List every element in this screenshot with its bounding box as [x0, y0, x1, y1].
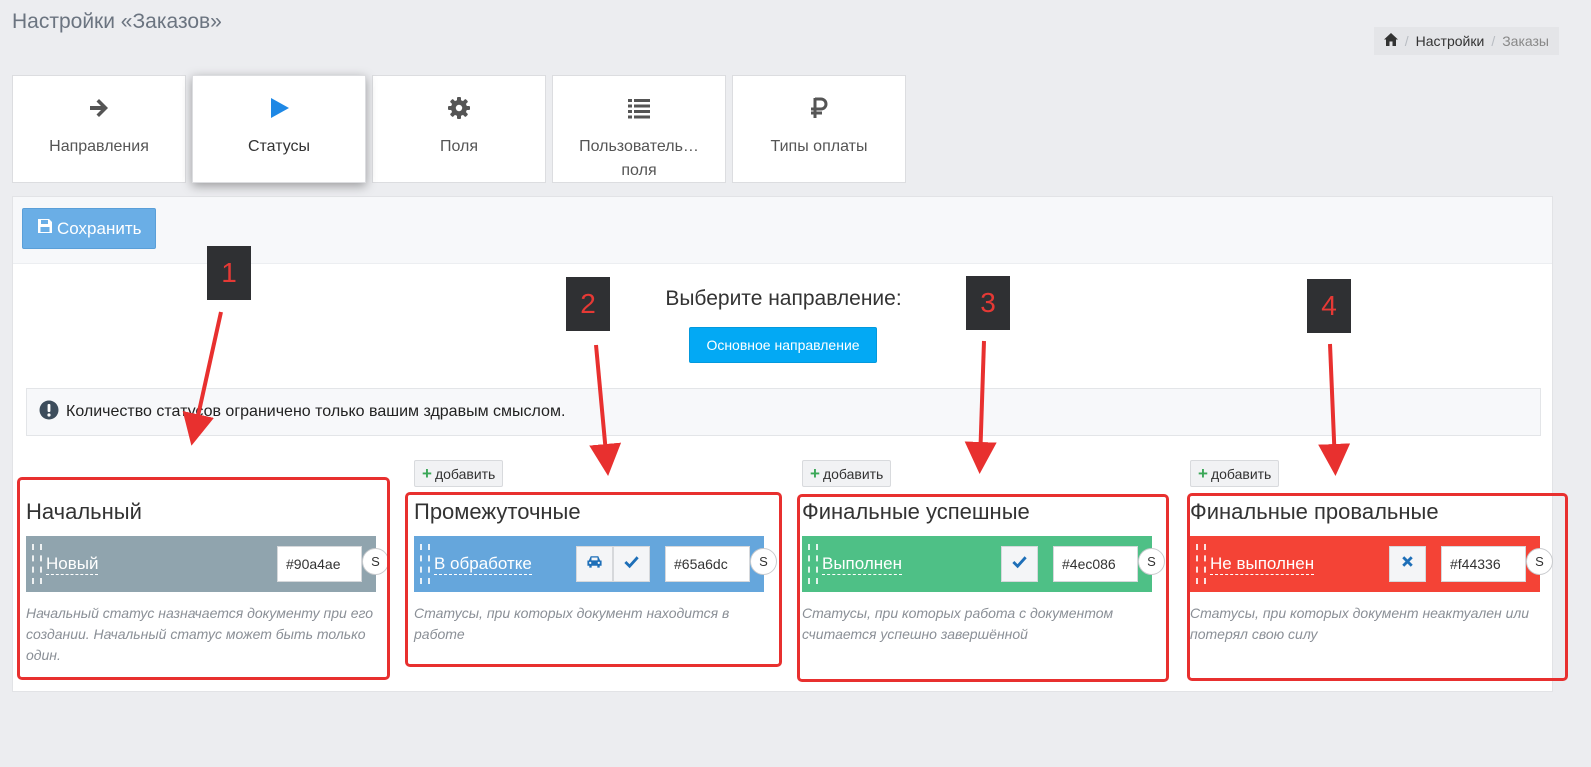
drag-handle[interactable] — [32, 544, 42, 584]
save-button-label: Сохранить — [57, 218, 142, 238]
play-icon — [267, 96, 291, 125]
column-description: Статусы, при которых документ неактуален… — [1190, 605, 1530, 642]
add-status-button[interactable]: + добавить — [802, 460, 892, 487]
column-description: Начальный статус назначается документу п… — [26, 605, 374, 663]
alert-text: Количество статусов ограничено только ва… — [66, 403, 566, 420]
breadcrumb-separator: / — [1491, 33, 1496, 49]
tab-label: Типы оплаты — [770, 138, 868, 155]
tab-fields[interactable]: Поля — [372, 75, 546, 183]
home-icon[interactable] — [1383, 33, 1398, 49]
car-icon — [586, 553, 603, 575]
column-title: Финальные провальные — [1190, 499, 1439, 524]
save-button[interactable]: Сохранить — [22, 208, 157, 249]
status-name[interactable]: Выполнен — [822, 554, 902, 575]
ruble-icon — [807, 96, 831, 125]
tab-payment-types[interactable]: Типы оплаты — [732, 75, 906, 183]
column-description: Статусы, при которых работа с документом… — [802, 605, 1114, 642]
plus-icon: + — [1198, 463, 1208, 483]
drag-handle[interactable] — [420, 544, 430, 584]
status-name[interactable]: Новый — [46, 554, 99, 575]
check-toggle-button[interactable] — [613, 546, 650, 582]
column-description: Статусы, при которых документ находится … — [414, 605, 730, 642]
times-toggle-button[interactable] — [1389, 546, 1426, 582]
settings-tabs: Направления Статусы Поля Пользователь… п… — [12, 75, 906, 183]
list-icon — [627, 96, 651, 125]
color-input[interactable] — [277, 546, 362, 582]
column-title: Начальный — [26, 499, 142, 524]
s-button[interactable]: S — [362, 548, 389, 575]
color-input[interactable] — [1053, 546, 1138, 582]
column-title: Промежуточные — [414, 499, 581, 524]
status-row: Не выполнен S — [1190, 536, 1553, 592]
s-button[interactable]: S — [750, 548, 777, 575]
tab-label: Пользователь… поля — [579, 138, 699, 179]
tab-label: Статусы — [247, 138, 311, 155]
page-title: Настройки «Заказов» — [12, 10, 222, 33]
column-title: Финальные успешные — [802, 499, 1030, 524]
tab-custom-fields[interactable]: Пользователь… поля — [552, 75, 726, 183]
status-row: Новый S — [26, 536, 389, 592]
arrow-right-icon — [87, 96, 111, 125]
status-name[interactable]: В обработке — [434, 554, 532, 575]
check-icon — [623, 553, 640, 575]
plus-icon: + — [810, 463, 820, 483]
car-toggle-button[interactable] — [576, 546, 613, 582]
gear-icon — [447, 96, 471, 125]
plus-icon: + — [422, 463, 432, 483]
add-button-label: добавить — [1210, 465, 1272, 482]
breadcrumb-separator: / — [1404, 33, 1409, 49]
annotation-number-4: 4 — [1307, 279, 1351, 333]
color-input[interactable] — [1441, 546, 1526, 582]
breadcrumb-settings-link[interactable]: Настройки — [1416, 33, 1485, 49]
annotation-number-3: 3 — [966, 276, 1010, 330]
color-input[interactable] — [665, 546, 750, 582]
check-icon — [1011, 553, 1028, 575]
info-alert: Количество статусов ограничено только ва… — [26, 388, 1541, 436]
add-button-label: добавить — [434, 465, 496, 482]
main-direction-button[interactable]: Основное направление — [689, 327, 877, 363]
tab-label: Направления — [49, 138, 149, 155]
annotation-number-2: 2 — [566, 277, 610, 331]
add-button-label: добавить — [822, 465, 884, 482]
drag-handle[interactable] — [1196, 544, 1206, 584]
times-icon — [1399, 553, 1416, 575]
status-name[interactable]: Не выполнен — [1210, 554, 1315, 575]
breadcrumb-current: Заказы — [1502, 33, 1549, 49]
s-button[interactable]: S — [1526, 548, 1553, 575]
floppy-disk-icon — [37, 218, 53, 239]
annotation-number-1: 1 — [207, 246, 251, 300]
s-button[interactable]: S — [1138, 548, 1165, 575]
check-toggle-button[interactable] — [1001, 546, 1038, 582]
tab-statuses[interactable]: Статусы — [192, 75, 366, 183]
drag-handle[interactable] — [808, 544, 818, 584]
add-status-button[interactable]: + добавить — [1190, 460, 1280, 487]
tab-directions[interactable]: Направления — [12, 75, 186, 183]
status-row: Выполнен S — [802, 536, 1165, 592]
add-status-button[interactable]: + добавить — [414, 460, 504, 487]
status-row: В обработке S — [414, 536, 777, 592]
tab-label: Поля — [439, 138, 479, 155]
exclamation-circle-icon — [39, 400, 66, 425]
breadcrumb: / Настройки / Заказы — [1373, 27, 1559, 55]
